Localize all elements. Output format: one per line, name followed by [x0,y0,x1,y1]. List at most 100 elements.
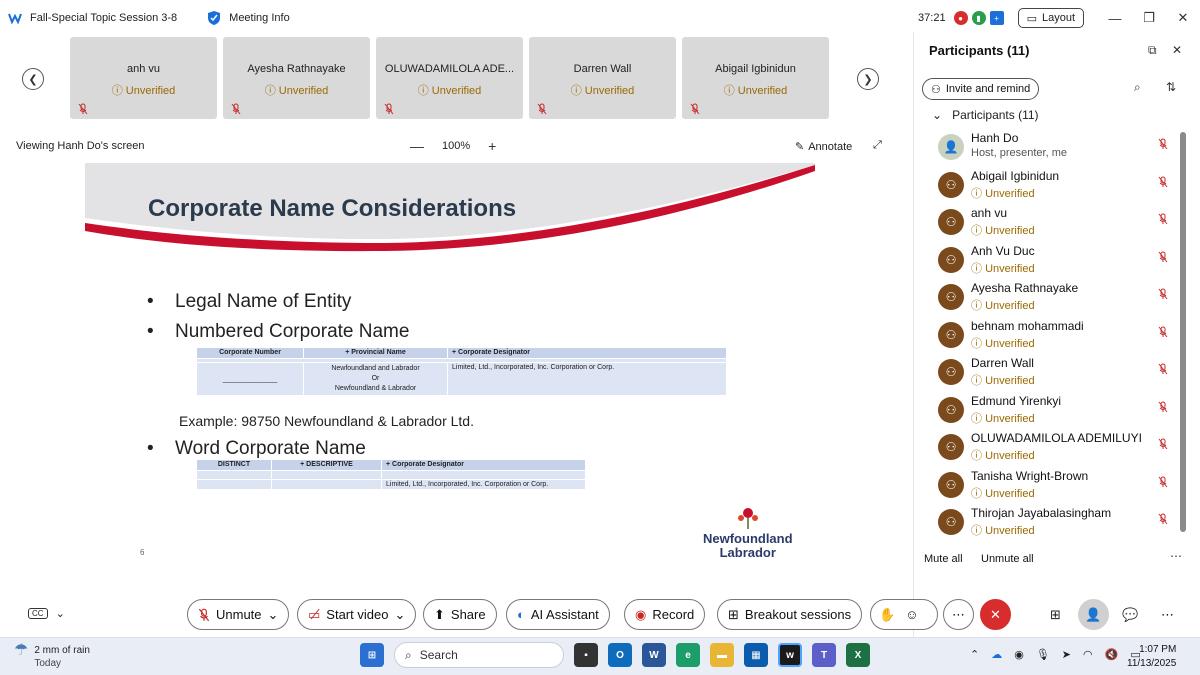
start-video-button[interactable]: ▭̸ Start video ⌄ [297,599,417,630]
windows-taskbar: ☂ 2 mm of rain Today ⊞ ⌕ Search ▪ O W e … [0,637,1200,675]
muted-mic-icon[interactable] [1158,438,1168,450]
sort-icon[interactable]: ⇅ [1166,80,1176,94]
list-item[interactable]: ⚇ OLUWADAMILOLA ADEMILUYI ⓘ Unverified [936,428,1176,465]
list-item[interactable]: ⚇ anh vu ⓘ Unverified [936,203,1176,240]
webex-app-icon[interactable]: w [778,643,802,667]
layout-button[interactable]: ▭ Layout [1017,8,1084,28]
list-item[interactable]: ⚇ Ayesha Rathnayake ⓘ Unverified [936,278,1176,315]
file-explorer-icon[interactable]: ▬ [710,643,734,667]
list-item[interactable]: ⚇ Thirojan Jayabalasingham ⓘ Unverified [936,503,1176,540]
more-options-icon[interactable]: ⋯ [1170,549,1182,563]
chat-button[interactable]: 💬 [1115,599,1146,630]
location-icon[interactable]: ➤ [1062,648,1071,661]
muted-mic-icon[interactable] [1158,401,1168,413]
calendar-add-icon[interactable]: + [989,11,1004,25]
ai-assistant-button[interactable]: ◐ AI Assistant [506,599,610,630]
list-item[interactable]: ⚇ Darren Wall ⓘ Unverified [936,353,1176,390]
thumbnail-tile[interactable]: Abigail Igbinidun ⓘ Unverified [682,37,829,119]
thumbnail-tile[interactable]: OLUWADAMILOLA ADE... ⓘ Unverified [376,37,523,119]
thumbnail-tile[interactable]: Darren Wall ⓘ Unverified [529,37,676,119]
outlook-icon[interactable]: O [608,643,632,667]
speaker-muted-icon[interactable]: 🔇 [1105,648,1119,661]
muted-mic-icon[interactable] [1158,138,1168,150]
muted-mic-icon[interactable] [1158,288,1168,300]
participant-status: ⓘ Unverified [971,262,1035,275]
thumbnail-tile[interactable]: Ayesha Rathnayake ⓘ Unverified [223,37,370,119]
word-icon[interactable]: W [642,643,666,667]
table-cell: Limited, Ltd., Incorporated, Inc. Corpor… [381,479,586,490]
muted-mic-icon[interactable] [1158,251,1168,263]
taskbar-search[interactable]: ⌕ Search [394,642,564,668]
unmute-label: Unmute [216,607,262,622]
chat-icon: 💬 [1122,606,1139,622]
avatar: ⚇ [938,396,964,423]
restore-icon[interactable]: ❐ [1132,10,1166,26]
list-item[interactable]: ⚇ Tanisha Wright-Brown ⓘ Unverified [936,466,1176,503]
muted-mic-icon[interactable] [1158,176,1168,188]
webex-tray-icon[interactable]: ◉ [1014,648,1024,661]
close-icon: ✕ [990,606,1001,622]
thumbnail-status: ⓘ Unverified [417,85,482,97]
thumbnail-tile[interactable]: anh vu ⓘ Unverified [70,37,217,119]
muted-mic-icon [231,103,241,115]
excel-icon[interactable]: X [846,643,870,667]
taskbar-clock[interactable]: 1:07 PM 11/13/2025 [1127,643,1176,671]
list-item[interactable]: ⚇ Edmund Yirenkyi ⓘ Unverified [936,391,1176,428]
meeting-info-link[interactable]: Meeting Info [229,12,290,24]
search-icon[interactable]: ⌕ [1134,80,1141,95]
ai-assistant-icon: ◐ [517,607,525,622]
record-status-icon[interactable]: ● [953,11,968,25]
close-panel-icon[interactable]: ✕ [1172,43,1182,57]
breakout-sessions-button[interactable]: ⊞ Breakout sessions [717,599,863,630]
wifi-icon[interactable]: ◠ [1083,648,1093,661]
unmute-button[interactable]: Unmute ⌄ [187,599,290,630]
close-icon[interactable]: ✕ [1166,10,1200,26]
captions-button[interactable]: CC ⌄ [28,607,65,620]
chevron-up-icon[interactable]: ⌃ [970,648,979,661]
calendar-app-icon[interactable]: ▦ [744,643,768,667]
list-item[interactable]: ⚇ Abigail Igbinidun ⓘ Unverified [936,166,1176,203]
table-cell: Newfoundland and Labrador Or Newfoundlan… [303,362,448,396]
zoom-out-icon[interactable]: — [410,138,424,154]
zoom-in-icon[interactable]: + [488,138,496,154]
more-options-button[interactable]: ⋯ [943,599,974,630]
invite-and-remind-button[interactable]: ⚇ Invite and remind [922,78,1040,100]
network-stats-icon[interactable]: ▮ [971,11,986,25]
share-button[interactable]: ⬆ Share [423,599,497,630]
weather-widget[interactable]: ☂ 2 mm of rain Today [14,643,90,670]
apps-button[interactable]: ⊞ [1040,599,1071,630]
more-panels-button[interactable]: ⋯ [1152,599,1183,630]
mic-muted-tray-icon[interactable]: 🎙 [1036,648,1050,661]
leave-meeting-button[interactable]: ✕ [980,599,1011,630]
fullscreen-icon[interactable]: ⤢ [873,139,882,152]
shield-icon[interactable] [207,10,221,26]
minimize-icon[interactable]: — [1098,11,1132,26]
list-item[interactable]: ⚇ Anh Vu Duc ⓘ Unverified [936,241,1176,278]
participants-group-header[interactable]: ⌄ Participants (11) [932,108,1039,122]
muted-mic-icon[interactable] [1158,326,1168,338]
list-item[interactable]: 👤 Hanh Do Host, presenter, me [936,128,1176,165]
chevron-right-icon[interactable]: ❯ [857,68,879,90]
windows-start-icon[interactable]: ⊞ [360,643,384,667]
mute-all-button[interactable]: Mute all [924,553,963,565]
muted-mic-icon[interactable] [1158,513,1168,525]
scrollbar[interactable] [1180,132,1186,532]
participants-button[interactable]: 👤 [1078,599,1109,630]
edge-icon[interactable]: e [676,643,700,667]
popout-icon[interactable]: ⧉ [1148,43,1157,58]
record-button[interactable]: ◉ Record [624,599,706,630]
unmute-all-button[interactable]: Unmute all [981,553,1034,565]
meeting-title: Fall-Special Topic Session 3-8 [30,12,178,24]
list-item[interactable]: ⚇ behnam mohammadi ⓘ Unverified [936,316,1176,353]
annotate-label: Annotate [808,140,853,153]
annotate-button[interactable]: ✎ Annotate [795,140,853,154]
muted-mic-icon[interactable] [1158,476,1168,488]
teams-icon[interactable]: T [812,643,836,667]
chevron-left-icon[interactable]: ❮ [22,68,44,90]
muted-mic-icon[interactable] [1158,363,1168,375]
muted-mic-icon[interactable] [1158,213,1168,225]
reactions-button[interactable]: ✋ ☺ [870,599,938,630]
onedrive-icon[interactable]: ☁ [991,648,1002,661]
record-label: Record [652,607,695,622]
task-view-icon[interactable]: ▪ [574,643,598,667]
